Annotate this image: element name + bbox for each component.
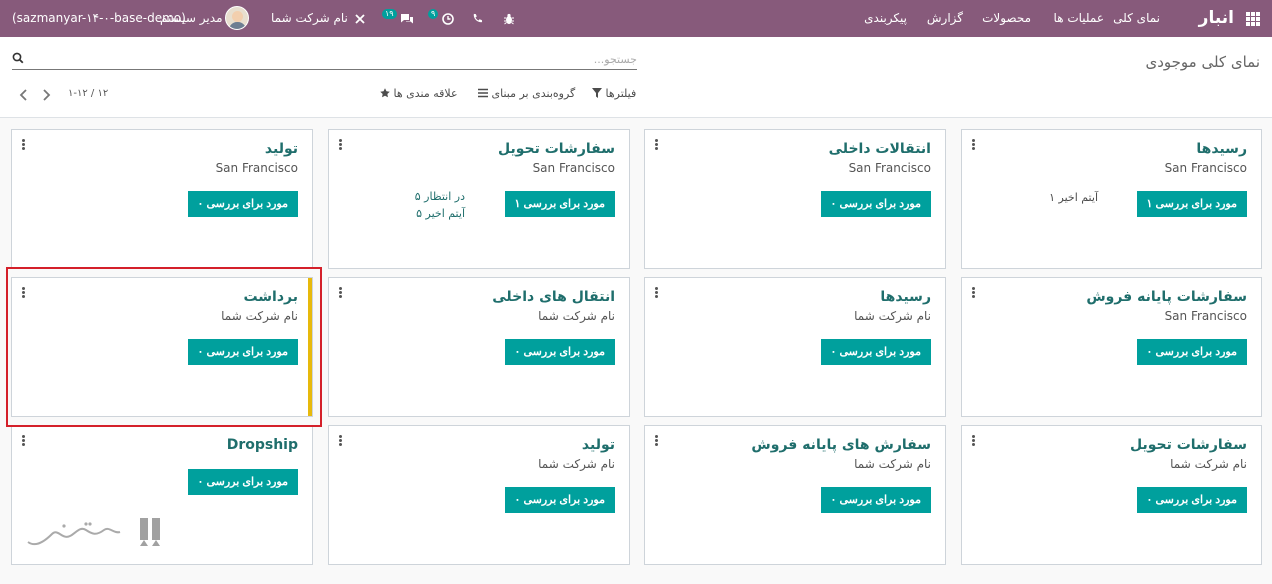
- operation-card-delivery-sf[interactable]: سفارشات تحویل San Francisco ۱ مورد برای …: [328, 129, 630, 269]
- favorites-label: علاقه مندی ها: [393, 87, 458, 100]
- card-title[interactable]: رسیدها: [880, 289, 931, 305]
- card-subtitle: San Francisco: [848, 161, 931, 175]
- card-subtitle: نام شرکت شما: [1170, 457, 1247, 471]
- card-title[interactable]: تولید: [265, 141, 298, 157]
- card-title[interactable]: سفارشات تحویل: [1130, 437, 1247, 453]
- watermark-logo: [27, 518, 160, 546]
- filter-icon: [592, 88, 602, 98]
- operation-card-receipts-company[interactable]: رسیدها نام شرکت شما ۰ مورد برای بررسی: [644, 277, 946, 417]
- menu-products[interactable]: محصولات: [982, 0, 1031, 37]
- card-subtitle: نام شرکت شما: [854, 457, 931, 471]
- card-title[interactable]: رسیدها: [1196, 141, 1247, 157]
- card-title[interactable]: سفارش های پایانه فروش: [751, 437, 931, 453]
- groupby-button[interactable]: گروه‌بندی بر مبنای: [478, 86, 575, 102]
- list-icon: [478, 88, 488, 98]
- filters-label: فیلترها: [605, 87, 637, 100]
- groupby-label: گروه‌بندی بر مبنای: [491, 87, 576, 100]
- operation-card-manufacturing-company[interactable]: تولید نام شرکت شما ۰ مورد برای بررسی: [328, 425, 630, 565]
- waiting-link[interactable]: ۵ در انتظار: [415, 189, 465, 205]
- card-subtitle: نام شرکت شما: [538, 457, 615, 471]
- to-process-button[interactable]: ۰ مورد برای بررسی: [820, 487, 931, 513]
- to-process-button[interactable]: ۰ مورد برای بررسی: [504, 487, 615, 513]
- card-menu-dots-icon[interactable]: [655, 139, 659, 151]
- card-menu-dots-icon[interactable]: [339, 139, 343, 151]
- operation-card-manufacturing-sf[interactable]: تولید San Francisco ۰ مورد برای بررسی: [11, 129, 313, 269]
- card-menu-dots-icon[interactable]: [972, 435, 976, 447]
- filters-button[interactable]: فیلترها: [592, 86, 636, 102]
- to-process-button[interactable]: ۰ مورد برای بررسی: [504, 339, 615, 365]
- messages-button[interactable]: ۱۹: [382, 0, 414, 37]
- operation-card-delivery-company[interactable]: سفارشات تحویل نام شرکت شما ۰ مورد برای ب…: [961, 425, 1262, 565]
- card-subtitle: San Francisco: [215, 161, 298, 175]
- database-name: (sazmanyar-۱۴-۰-base-demo): [12, 11, 186, 25]
- to-process-button[interactable]: ۰ مورد برای بررسی: [820, 339, 931, 365]
- card-subtitle: San Francisco: [1164, 161, 1247, 175]
- card-title[interactable]: انتقال های داخلی: [492, 289, 615, 305]
- company-switcher[interactable]: نام شرکت شما: [271, 0, 348, 37]
- to-process-button[interactable]: ۱ مورد برای بررسی: [1136, 191, 1247, 217]
- avatar[interactable]: [225, 6, 249, 30]
- phone-icon[interactable]: [472, 0, 483, 37]
- company-switch-icon[interactable]: [354, 0, 366, 37]
- menu-configuration[interactable]: پیکربندی: [864, 0, 907, 37]
- card-subtitle: نام شرکت شما: [538, 309, 615, 323]
- recent-items-link[interactable]: ۱ آیتم اخیر: [1049, 190, 1098, 206]
- card-menu-dots-icon[interactable]: [655, 435, 659, 447]
- to-process-button[interactable]: ۰ مورد برای بررسی: [1136, 339, 1247, 365]
- page-title: نمای کلی موجودی: [1145, 53, 1260, 71]
- chat-icon: [401, 13, 414, 23]
- star-icon: [380, 88, 390, 98]
- app-name[interactable]: انبار: [1199, 0, 1234, 37]
- operation-card-receipts-sf[interactable]: رسیدها San Francisco ۱ مورد برای بررسی ۱…: [961, 129, 1262, 269]
- activity-button[interactable]: ۹: [428, 0, 454, 37]
- pager-value[interactable]: ۱-۱۲ / ۱۲: [68, 86, 108, 102]
- to-process-button[interactable]: ۰ مورد برای بررسی: [187, 469, 298, 495]
- clock-icon: [442, 12, 454, 25]
- chevron-left-icon[interactable]: [18, 88, 30, 102]
- messages-count-badge: ۱۹: [382, 9, 397, 19]
- debug-bug-icon[interactable]: [503, 0, 515, 37]
- card-menu-dots-icon[interactable]: [22, 435, 26, 447]
- card-menu-dots-icon[interactable]: [972, 287, 976, 299]
- card-subtitle: San Francisco: [1164, 309, 1247, 323]
- operation-card-internal-sf[interactable]: انتقالات داخلی San Francisco ۰ مورد برای…: [644, 129, 946, 269]
- activity-count-badge: ۹: [428, 9, 439, 19]
- menu-reporting[interactable]: گزارش: [927, 0, 963, 37]
- operation-card-internal-company[interactable]: انتقال های داخلی نام شرکت شما ۰ مورد برا…: [328, 277, 630, 417]
- card-menu-dots-icon[interactable]: [339, 287, 343, 299]
- grid-icon: [1246, 12, 1260, 26]
- card-title[interactable]: تولید: [582, 437, 615, 453]
- to-process-button[interactable]: ۰ مورد برای بررسی: [1136, 487, 1247, 513]
- to-process-button[interactable]: ۰ مورد برای بررسی: [820, 191, 931, 217]
- card-menu-dots-icon[interactable]: [655, 287, 659, 299]
- card-subtitle: نام شرکت شما: [854, 309, 931, 323]
- menu-operations[interactable]: عملیات ها: [1054, 0, 1104, 37]
- operation-card-pos-orders-sf[interactable]: سفارشات پایانه فروش San Francisco ۰ مورد…: [961, 277, 1262, 417]
- recent-items-link[interactable]: ۵ آیتم اخیر: [416, 206, 465, 222]
- card-title[interactable]: سفارشات پایانه فروش: [1086, 289, 1247, 305]
- highlight-box: [6, 267, 322, 427]
- card-title[interactable]: سفارشات تحویل: [498, 141, 615, 157]
- card-title[interactable]: انتقالات داخلی: [829, 141, 931, 157]
- operation-card-pos-orders-company[interactable]: سفارش های پایانه فروش نام شرکت شما ۰ مور…: [644, 425, 946, 565]
- card-title[interactable]: Dropship: [227, 437, 298, 453]
- control-panel: نمای کلی موجودی فیلترها گروه‌بندی بر مبن…: [0, 37, 1272, 118]
- card-menu-dots-icon[interactable]: [339, 435, 343, 447]
- search-input[interactable]: [28, 49, 637, 69]
- card-menu-dots-icon[interactable]: [972, 139, 976, 151]
- search-bar: [12, 49, 637, 70]
- top-navbar: انبار نمای کلی عملیات ها محصولات گزارش پ…: [0, 0, 1272, 37]
- chevron-right-icon[interactable]: [40, 88, 52, 102]
- to-process-button[interactable]: ۱ مورد برای بررسی: [504, 191, 615, 217]
- menu-overview[interactable]: نمای کلی: [1113, 0, 1160, 37]
- favorites-button[interactable]: علاقه مندی ها: [380, 86, 458, 102]
- apps-menu-button[interactable]: [1246, 0, 1260, 37]
- search-icon[interactable]: [12, 52, 24, 64]
- card-menu-dots-icon[interactable]: [22, 139, 26, 151]
- card-subtitle: San Francisco: [532, 161, 615, 175]
- to-process-button[interactable]: ۰ مورد برای بررسی: [187, 191, 298, 217]
